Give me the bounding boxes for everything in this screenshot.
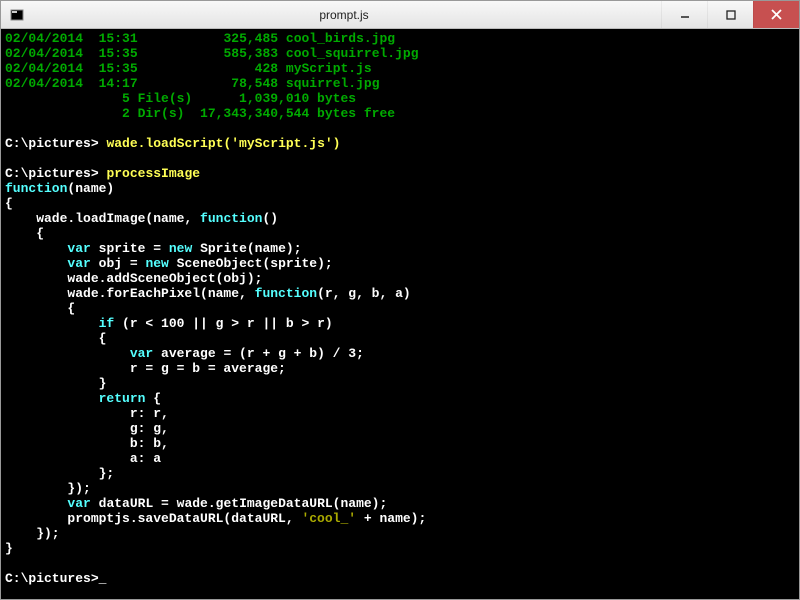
code <box>5 391 99 406</box>
code: }); <box>5 526 60 541</box>
dir-summary-files: 5 File(s) 1,039,010 bytes <box>5 91 356 106</box>
dir-row: 02/04/2014 14:17 78,548 squirrel.jpg <box>5 76 380 91</box>
code: () <box>262 211 278 226</box>
cursor: _ <box>99 571 107 586</box>
kw-var: var <box>130 346 161 361</box>
command-loadscript: wade.loadScript('myScript.js') <box>106 136 340 151</box>
maximize-button[interactable] <box>707 1 753 28</box>
terminal-output[interactable]: 02/04/2014 15:31 325,485 cool_birds.jpg … <box>1 29 799 599</box>
kw-if: if <box>99 316 122 331</box>
code: { <box>153 391 161 406</box>
code: { <box>5 226 44 241</box>
kw-var: var <box>67 241 98 256</box>
code: + name); <box>356 511 426 526</box>
code: }; <box>5 466 114 481</box>
code: (r, g, b, a) <box>317 286 411 301</box>
dir-row: 02/04/2014 15:35 428 myScript.js <box>5 61 372 76</box>
code: sprite = <box>99 241 169 256</box>
window-title: prompt.js <box>27 8 661 22</box>
code: } <box>5 376 106 391</box>
code: dataURL = wade.getImageDataURL(name); <box>99 496 388 511</box>
code: obj = <box>99 256 146 271</box>
code: }); <box>5 481 91 496</box>
code: wade.forEachPixel(name, <box>5 286 255 301</box>
dir-row: 02/04/2014 15:35 585,383 cool_squirrel.j… <box>5 46 419 61</box>
code: promptjs.saveDataURL(dataURL, <box>5 511 301 526</box>
code: { <box>5 301 75 316</box>
code: { <box>5 196 13 211</box>
code: b: b, <box>5 436 169 451</box>
code: (name) <box>67 181 114 196</box>
code <box>5 316 99 331</box>
string-literal: 'cool_' <box>301 511 356 526</box>
code <box>5 256 67 271</box>
window-controls <box>661 1 799 28</box>
code: g: g, <box>5 421 169 436</box>
kw-var: var <box>67 496 98 511</box>
dir-summary-dirs: 2 Dir(s) 17,343,340,544 bytes free <box>5 106 395 121</box>
kw-var: var <box>67 256 98 271</box>
app-icon <box>7 5 27 25</box>
code: wade.addSceneObject(obj); <box>5 271 262 286</box>
titlebar[interactable]: prompt.js <box>1 1 799 29</box>
prompt: C:\pictures> <box>5 166 99 181</box>
code: a: a <box>5 451 161 466</box>
code <box>5 346 130 361</box>
code: r: r, <box>5 406 169 421</box>
code <box>5 496 67 511</box>
code: SceneObject(sprite); <box>177 256 333 271</box>
kw-new: new <box>169 241 200 256</box>
app-window: prompt.js 02/04/2014 15:31 325,485 cool_… <box>0 0 800 600</box>
code: wade.loadImage(name, <box>5 211 200 226</box>
code: { <box>5 331 106 346</box>
code: (r < 100 || g > r || b > r) <box>122 316 333 331</box>
kw-function: function <box>5 181 67 196</box>
code <box>5 241 67 256</box>
command-processimage: processImage <box>106 166 200 181</box>
kw-return: return <box>99 391 154 406</box>
dir-row: 02/04/2014 15:31 325,485 cool_birds.jpg <box>5 31 395 46</box>
kw-function: function <box>200 211 262 226</box>
prompt: C:\pictures> <box>5 571 99 586</box>
kw-function: function <box>255 286 317 301</box>
code: } <box>5 541 13 556</box>
prompt: C:\pictures> <box>5 136 99 151</box>
code: r = g = b = average; <box>5 361 286 376</box>
code: Sprite(name); <box>200 241 301 256</box>
minimize-button[interactable] <box>661 1 707 28</box>
close-button[interactable] <box>753 1 799 28</box>
kw-new: new <box>145 256 176 271</box>
code: average = (r + g + b) / 3; <box>161 346 364 361</box>
